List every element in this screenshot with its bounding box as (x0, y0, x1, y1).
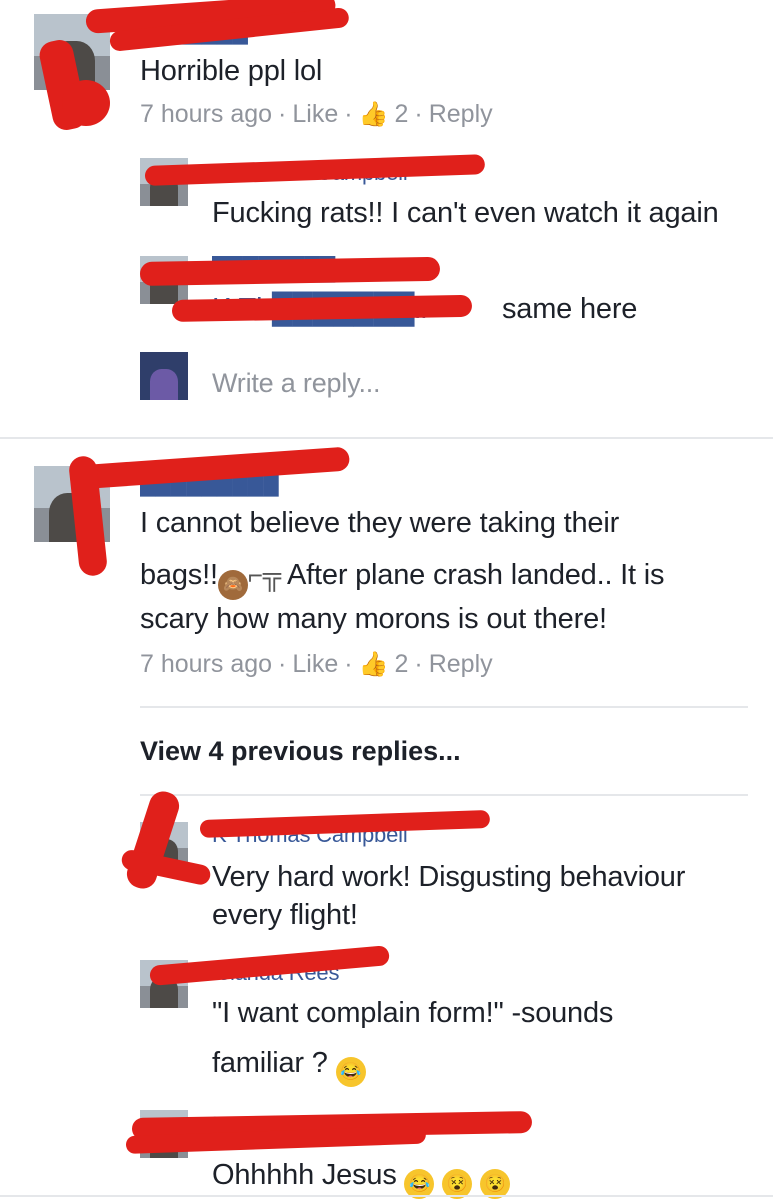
redaction-mark (171, 294, 473, 322)
reply-text-line: familiar ? 😂 (212, 1046, 366, 1087)
reply-link[interactable]: Reply (429, 650, 493, 679)
reply-text-line: Ohhhhh Jesus 😂 😵 😵 (212, 1158, 511, 1199)
reply-text: Fucking rats!! I can't even watch it aga… (212, 197, 719, 229)
thumbs-up-icon: 👍 (358, 651, 389, 678)
reply-text: same here (502, 293, 638, 325)
pistol-icon: ⌐╦ (247, 560, 282, 590)
reply-text-line: Very hard work! Disgusting behaviour (212, 861, 686, 893)
tears-of-joy-icon: 😂 (335, 1057, 366, 1087)
divider (0, 437, 773, 439)
like-link[interactable]: Like (292, 100, 338, 129)
divider (0, 1195, 773, 1197)
divider (140, 794, 748, 796)
comment-meta: 7 hours ago · Like · 👍 2 · Reply (140, 650, 493, 679)
comment-text-line: I cannot believe they were taking their (140, 507, 620, 539)
comment-text: Horrible ppl lol (140, 55, 323, 87)
redaction-mark (139, 256, 441, 286)
like-count: 2 (394, 650, 409, 678)
like-link[interactable]: Like (292, 650, 338, 679)
reply-text-line: "I want complain form!" -sounds (212, 997, 614, 1029)
timestamp: 7 hours ago (140, 100, 273, 128)
avatar (140, 352, 188, 400)
thumbs-up-icon: 👍 (358, 101, 389, 128)
reply-link[interactable]: Reply (429, 100, 493, 129)
view-previous-replies-link[interactable]: View 4 previous replies... (140, 736, 461, 767)
like-count: 2 (394, 100, 409, 128)
redaction-mark (62, 80, 110, 126)
reply-input[interactable]: Write a reply... (212, 366, 381, 400)
comment-text-line: bags!! 🙈 ⌐╦ After plane crash landed.. It… (140, 558, 664, 600)
reply-text-line: every flight! (212, 899, 358, 931)
comment-text-line: scary how many morons is out there! (140, 603, 607, 635)
see-no-evil-monkey-icon: 🙈 (217, 570, 248, 600)
comment-meta: 7 hours ago · Like · 👍 2 · Reply (140, 100, 493, 129)
timestamp: 7 hours ago (140, 650, 273, 678)
divider (140, 706, 748, 708)
